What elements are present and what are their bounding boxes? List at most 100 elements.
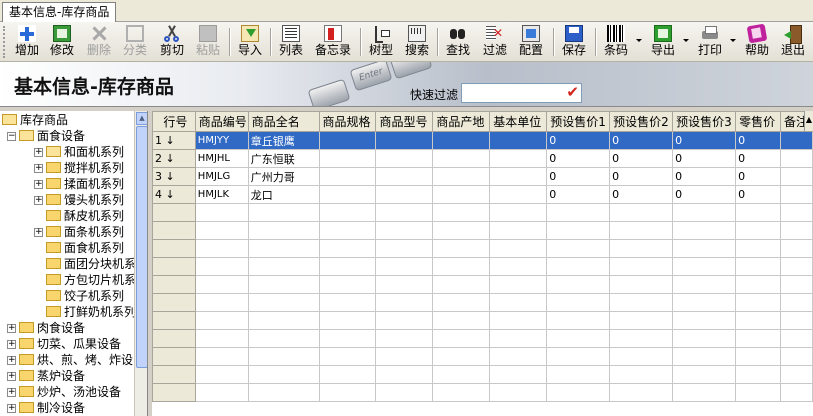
print-dropdown-arrow[interactable] bbox=[730, 39, 736, 42]
price1-cell[interactable]: 0 bbox=[546, 185, 611, 204]
help-button[interactable]: 帮助 bbox=[742, 23, 772, 60]
unit-cell[interactable] bbox=[489, 131, 548, 150]
config-button[interactable]: 配置 bbox=[516, 24, 546, 60]
tree-node[interactable]: + 烘、煎、烤、炸设 bbox=[7, 352, 133, 368]
save-button[interactable]: 保存 bbox=[559, 24, 589, 60]
scrollbar-thumb[interactable] bbox=[136, 126, 147, 368]
code-cell[interactable]: HMJHL bbox=[194, 149, 249, 168]
expand-icon[interactable]: + bbox=[7, 372, 16, 381]
list-button[interactable]: 列表 bbox=[276, 24, 306, 60]
price2-cell[interactable]: 0 bbox=[609, 185, 674, 204]
unit-cell[interactable] bbox=[489, 167, 548, 186]
add-button[interactable]: 增加 bbox=[12, 24, 42, 60]
name-cell[interactable]: 广东恒联 bbox=[247, 149, 320, 168]
origin-cell[interactable] bbox=[432, 131, 491, 150]
tree-node[interactable]: + 揉面机系列 bbox=[34, 176, 124, 192]
price3-cell[interactable]: 0 bbox=[672, 185, 737, 204]
expand-icon[interactable]: + bbox=[7, 340, 16, 349]
import-button[interactable]: 导入 bbox=[235, 24, 265, 60]
column-header[interactable]: 商品编号 bbox=[194, 111, 249, 132]
find-button[interactable]: 查找 bbox=[443, 24, 473, 60]
column-header[interactable]: 商品型号 bbox=[375, 111, 434, 132]
tree-node[interactable]: + 面条机系列 bbox=[34, 224, 124, 240]
expand-icon[interactable]: + bbox=[7, 388, 16, 397]
price2-cell[interactable]: 0 bbox=[609, 167, 674, 186]
column-header[interactable]: 预设售价2 bbox=[609, 111, 674, 132]
tab-inventory-goods[interactable]: 基本信息-库存商品 bbox=[2, 2, 117, 22]
tree-root[interactable]: 库存商品 bbox=[2, 112, 68, 128]
model-cell[interactable] bbox=[375, 149, 434, 168]
tree-node[interactable]: + 制冷设备 bbox=[7, 400, 85, 416]
code-cell[interactable]: HMJLK bbox=[194, 185, 249, 204]
unit-cell[interactable] bbox=[489, 149, 548, 168]
model-cell[interactable] bbox=[375, 167, 434, 186]
name-cell[interactable]: 广州力哥 bbox=[247, 167, 320, 186]
category-button[interactable]: 分类 bbox=[120, 24, 150, 60]
print-button[interactable]: 打印 bbox=[695, 24, 725, 60]
remark-cell[interactable] bbox=[779, 167, 813, 186]
expand-icon[interactable]: + bbox=[7, 356, 16, 365]
table-row[interactable]: 2 ↓ HMJHL 广东恒联 0 0 0 0 bbox=[152, 149, 813, 168]
tree-node[interactable]: + 和面机系列 bbox=[34, 144, 124, 160]
retail-cell[interactable]: 0 bbox=[735, 131, 781, 150]
tree-node[interactable]: + 炒炉、汤池设备 bbox=[7, 384, 121, 400]
price3-cell[interactable]: 0 bbox=[672, 149, 737, 168]
tree-node[interactable]: + 蒸炉设备 bbox=[7, 368, 85, 384]
tree-node[interactable]: + 肉食设备 bbox=[7, 320, 85, 336]
column-header[interactable]: 商品全名 bbox=[247, 111, 320, 132]
tree-node[interactable]: + 馒头机系列 bbox=[34, 192, 124, 208]
model-cell[interactable] bbox=[375, 185, 434, 204]
exit-button[interactable]: 退出 bbox=[778, 24, 808, 60]
price2-cell[interactable]: 0 bbox=[609, 131, 674, 150]
tree-node[interactable]: 方包切片机系 bbox=[46, 272, 136, 288]
expand-icon[interactable]: + bbox=[34, 148, 43, 157]
table-row[interactable]: 1 ↓ HMJYY 章丘银鹰 0 0 0 0 bbox=[152, 131, 813, 150]
column-header[interactable]: 零售价 bbox=[735, 111, 781, 132]
tree-view-button[interactable]: 树型 bbox=[366, 24, 396, 60]
tree-node[interactable]: 面团分块机系 bbox=[46, 256, 136, 272]
code-cell[interactable]: HMJLG bbox=[194, 167, 249, 186]
barcode-dropdown-arrow[interactable] bbox=[636, 39, 642, 42]
memo-button[interactable]: 备忘录 bbox=[311, 24, 355, 60]
tree-node[interactable]: 饺子机系列 bbox=[46, 288, 124, 304]
tree-node[interactable]: + 搅拌机系列 bbox=[34, 160, 124, 176]
column-header[interactable]: 行号 bbox=[152, 111, 196, 132]
expand-icon[interactable]: + bbox=[34, 164, 43, 173]
edit-button[interactable]: 修改 bbox=[47, 24, 77, 60]
tree-node[interactable]: − 面食设备 bbox=[7, 128, 85, 144]
tree-node[interactable]: 酥皮机系列 bbox=[46, 208, 124, 224]
filter-button[interactable]: 过滤 bbox=[480, 24, 510, 60]
column-header[interactable]: 预设售价1 bbox=[546, 111, 611, 132]
expand-icon[interactable]: + bbox=[34, 180, 43, 189]
category-tree[interactable]: 库存商品 − 面食设备 + 和面机系列 + 搅拌机系列 + 揉面机系列 + 馒头… bbox=[0, 111, 148, 416]
tree-scrollbar[interactable]: ▲ bbox=[134, 111, 147, 416]
expand-icon[interactable]: + bbox=[7, 404, 16, 413]
spec-cell[interactable] bbox=[318, 185, 377, 204]
remark-cell[interactable] bbox=[779, 149, 813, 168]
barcode-button[interactable]: 条码 bbox=[601, 24, 631, 60]
origin-cell[interactable] bbox=[432, 149, 491, 168]
spec-cell[interactable] bbox=[318, 167, 377, 186]
name-cell[interactable]: 章丘银鹰 bbox=[247, 131, 320, 150]
price1-cell[interactable]: 0 bbox=[546, 167, 611, 186]
remark-cell[interactable] bbox=[779, 131, 813, 150]
collapse-icon[interactable]: − bbox=[7, 132, 16, 141]
column-header[interactable]: 商品规格 bbox=[318, 111, 377, 132]
expand-icon[interactable]: + bbox=[34, 196, 43, 205]
expand-icon[interactable]: + bbox=[7, 324, 16, 333]
spec-cell[interactable] bbox=[318, 149, 377, 168]
retail-cell[interactable]: 0 bbox=[735, 167, 781, 186]
column-header[interactable]: 商品产地 bbox=[432, 111, 491, 132]
delete-button[interactable]: 删除 bbox=[84, 24, 114, 60]
tree-node[interactable]: 打鲜奶机系列 bbox=[46, 304, 136, 320]
tree-node[interactable]: + 切菜、瓜果设备 bbox=[7, 336, 121, 352]
check-icon[interactable]: ✔ bbox=[566, 83, 579, 101]
origin-cell[interactable] bbox=[432, 185, 491, 204]
column-header[interactable]: 预设售价3 bbox=[672, 111, 737, 132]
model-cell[interactable] bbox=[375, 131, 434, 150]
price1-cell[interactable]: 0 bbox=[546, 131, 611, 150]
paste-button[interactable]: 粘贴 bbox=[193, 24, 223, 60]
expand-icon[interactable]: + bbox=[34, 228, 43, 237]
goods-grid[interactable]: 行号 商品编号 商品全名 商品规格 商品型号 商品产地 基本单位 预设售价1 预… bbox=[152, 111, 813, 416]
price3-cell[interactable]: 0 bbox=[672, 167, 737, 186]
